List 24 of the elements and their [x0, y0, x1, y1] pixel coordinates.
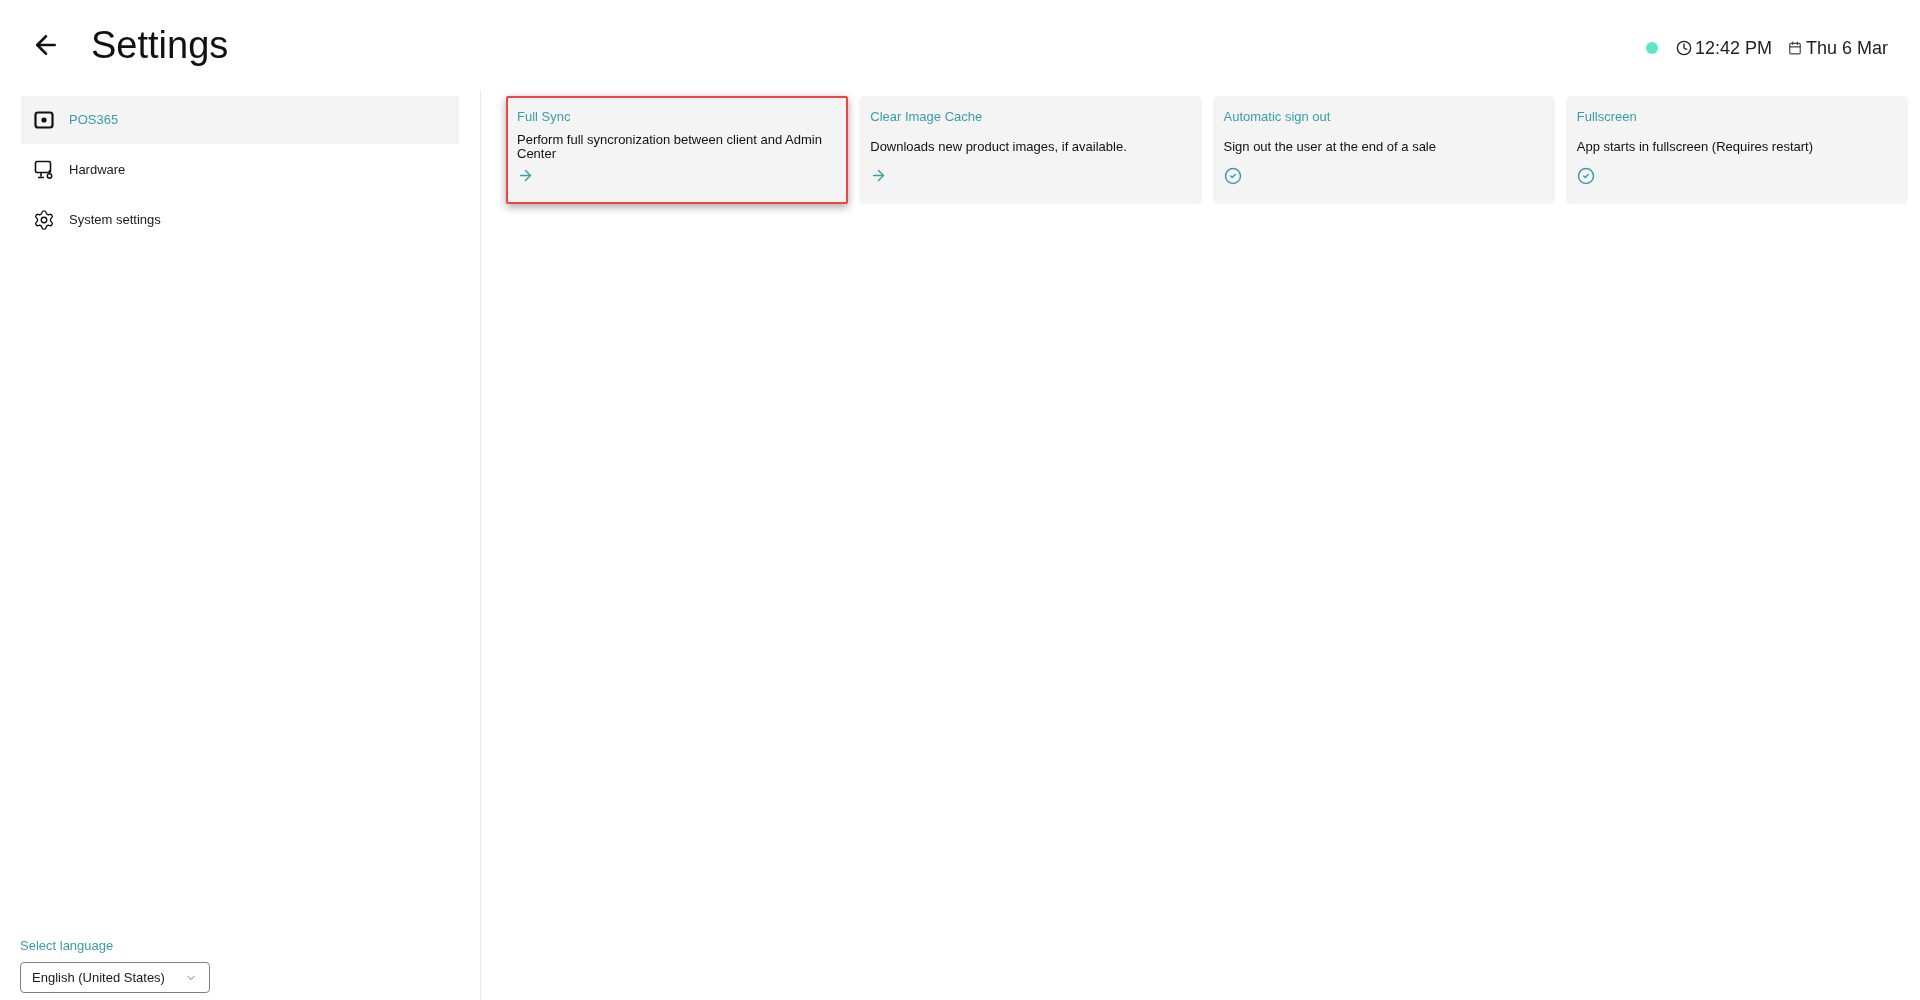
- setting-card[interactable]: Fullscreen App starts in fullscreen (Requires restart): [1565, 96, 1908, 204]
- card-title: Automatic sign out: [1223, 109, 1332, 125]
- card-description: Sign out the user at the end of a sale: [1223, 140, 1436, 154]
- setting-card[interactable]: Automatic sign out Sign out the user at the end of a sale: [1212, 96, 1555, 204]
- arrow-right-icon[interactable]: [517, 167, 534, 184]
- time-text: 12:42 PM: [1694, 36, 1772, 60]
- page-title: Settings: [91, 26, 229, 64]
- setting-card[interactable]: Full Sync Perform full syncronization between client and Admin Center: [506, 96, 849, 204]
- language-select[interactable]: English (United States): [20, 962, 210, 993]
- monitor-icon: [34, 160, 54, 180]
- calendar-icon: [1787, 41, 1802, 55]
- date-text: Thu 6 Mar: [1805, 36, 1888, 60]
- clock-icon: [1675, 40, 1692, 56]
- check-circle-icon[interactable]: [1576, 167, 1595, 185]
- settings-icon: [33, 209, 55, 231]
- card-title: Full Sync: [517, 109, 572, 125]
- setting-card[interactable]: Clear Image Cache Downloads new product images, if available.: [859, 96, 1202, 204]
- check-circle-icon[interactable]: [1223, 167, 1242, 185]
- language-label: Select language: [20, 936, 115, 955]
- card-description: App starts in fullscreen (Requires restart): [1576, 140, 1813, 154]
- card-description: Downloads new product images, if available.: [870, 140, 1127, 154]
- card-title: Clear Image Cache: [870, 109, 984, 125]
- card-description: Perform full syncronization between client and Admin Center: [517, 133, 823, 161]
- card-title: Fullscreen: [1576, 109, 1638, 125]
